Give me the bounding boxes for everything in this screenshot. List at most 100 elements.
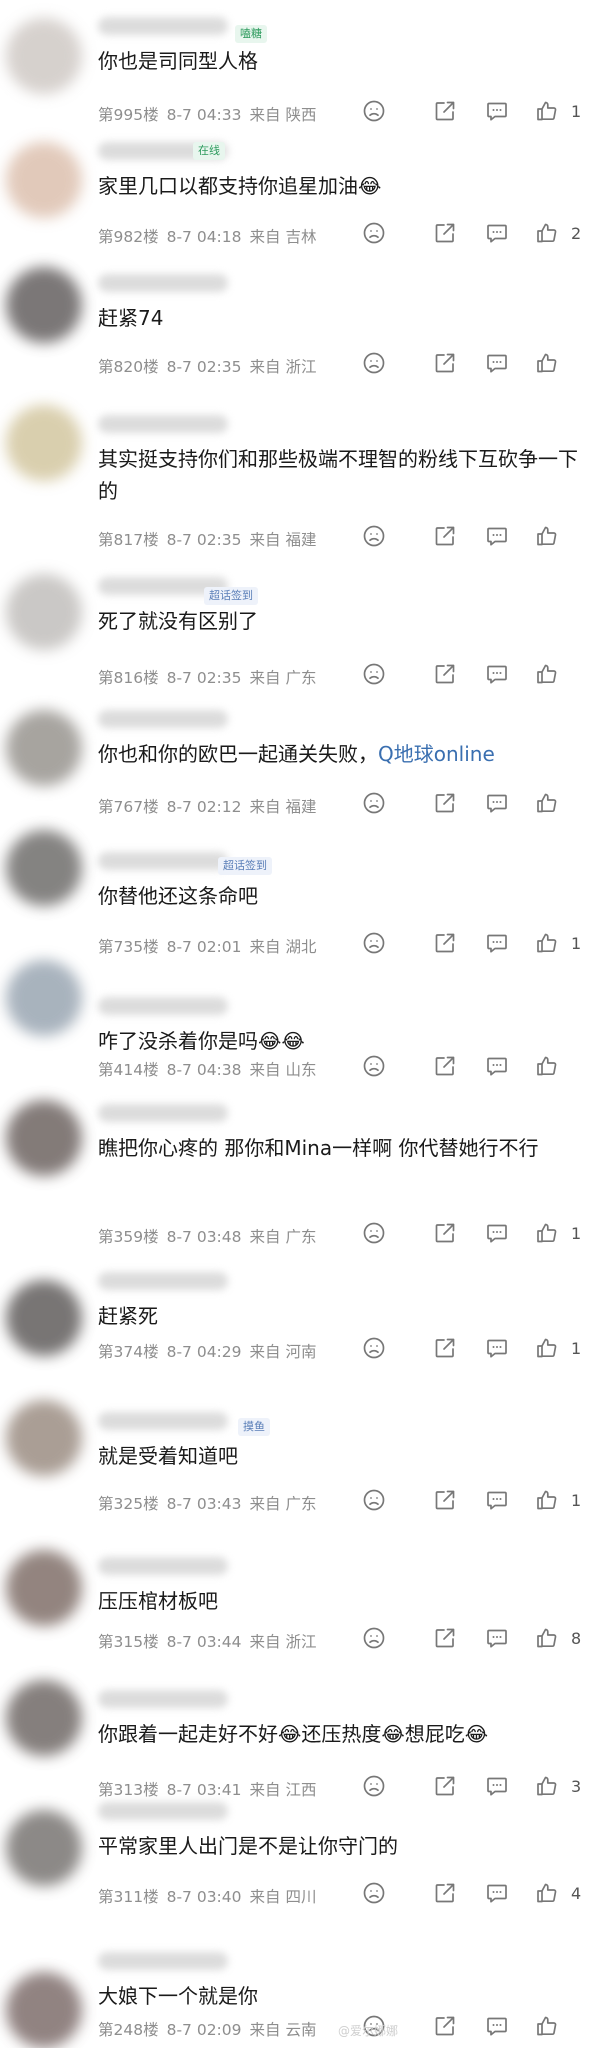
sad-face-icon[interactable] <box>362 1488 386 1512</box>
comment-icon[interactable] <box>485 662 509 686</box>
comment-meta: 第248楼 8-7 02:09 来自 云南 <box>98 2018 324 2040</box>
location: 来自 福建 <box>249 531 317 549</box>
sad-face-icon[interactable] <box>362 221 386 245</box>
thumbs-up-icon[interactable] <box>535 2014 559 2038</box>
thumbs-up-icon[interactable] <box>535 351 559 375</box>
comment-text: 瞧把你心疼的 那你和Mina一样啊 你代替她行不行 <box>98 1132 578 1164</box>
avatar[interactable] <box>6 1400 82 1476</box>
sad-face-icon[interactable] <box>362 524 386 548</box>
avatar[interactable] <box>6 1680 82 1756</box>
username-blurred[interactable] <box>98 852 228 870</box>
share-icon[interactable] <box>433 351 457 375</box>
like-count: 8 <box>571 1629 582 1648</box>
like-count: 4 <box>571 1884 582 1903</box>
username-blurred[interactable] <box>98 1104 228 1122</box>
username-blurred[interactable] <box>98 415 228 433</box>
avatar[interactable] <box>6 574 82 650</box>
sad-face-icon[interactable] <box>362 662 386 686</box>
share-icon[interactable] <box>433 1221 457 1245</box>
username-blurred[interactable] <box>98 710 228 728</box>
comment-icon[interactable] <box>485 2014 509 2038</box>
username-blurred[interactable] <box>98 1412 228 1430</box>
thumbs-up-icon[interactable] <box>535 1626 559 1650</box>
comment-icon[interactable] <box>485 1881 509 1905</box>
user-badge: 超话签到 <box>204 587 258 605</box>
comment-icon[interactable] <box>485 524 509 548</box>
avatar[interactable] <box>6 1972 82 2048</box>
comment-icon[interactable] <box>485 1626 509 1650</box>
location: 来自 浙江 <box>249 1633 317 1651</box>
avatar[interactable] <box>6 1100 82 1176</box>
username-blurred[interactable] <box>98 1690 228 1708</box>
thumbs-up-icon[interactable] <box>535 1221 559 1245</box>
username-blurred[interactable] <box>98 1557 228 1575</box>
avatar[interactable] <box>6 405 82 481</box>
comment-icon[interactable] <box>485 1774 509 1798</box>
comment-meta: 第982楼 8-7 04:18 来自 吉林 <box>98 225 324 247</box>
share-icon[interactable] <box>433 1774 457 1798</box>
thumbs-up-icon[interactable] <box>535 662 559 686</box>
username-blurred[interactable] <box>98 997 228 1015</box>
username-blurred[interactable] <box>98 1952 228 1970</box>
floor-number: 第315楼 <box>98 1633 159 1651</box>
comment-icon[interactable] <box>485 351 509 375</box>
sad-face-icon[interactable] <box>362 1774 386 1798</box>
comment-icon[interactable] <box>485 1488 509 1512</box>
location: 来自 江西 <box>249 1781 317 1799</box>
avatar[interactable] <box>6 142 82 218</box>
share-icon[interactable] <box>433 524 457 548</box>
username-blurred[interactable] <box>98 1802 228 1820</box>
comment-icon[interactable] <box>485 1221 509 1245</box>
comment-item: 在线 家里几口以都支持你追星加油😂 第982楼 8-7 04:18 来自 吉林 2 <box>0 130 603 255</box>
thumbs-up-icon[interactable] <box>535 791 559 815</box>
username-blurred[interactable] <box>98 17 228 35</box>
username-blurred[interactable] <box>98 274 228 292</box>
location: 来自 广东 <box>249 1495 317 1513</box>
like-count: 1 <box>571 1491 582 1510</box>
sad-face-icon[interactable] <box>362 351 386 375</box>
comment-meta: 第817楼 8-7 02:35 来自 福建 <box>98 528 324 550</box>
topic-link[interactable]: Q地球online <box>378 742 495 766</box>
avatar[interactable] <box>6 267 82 343</box>
sad-face-icon[interactable] <box>362 791 386 815</box>
timestamp: 8-7 02:35 <box>166 531 242 549</box>
share-icon[interactable] <box>433 1881 457 1905</box>
avatar[interactable] <box>6 18 82 94</box>
share-icon[interactable] <box>433 221 457 245</box>
thumbs-up-icon[interactable] <box>535 1488 559 1512</box>
comment-icon[interactable] <box>485 791 509 815</box>
sad-face-icon[interactable] <box>362 99 386 123</box>
thumbs-up-icon[interactable] <box>535 1774 559 1798</box>
share-icon[interactable] <box>433 99 457 123</box>
share-icon[interactable] <box>433 1626 457 1650</box>
share-icon[interactable] <box>433 2014 457 2038</box>
avatar[interactable] <box>6 1550 82 1626</box>
avatar[interactable] <box>6 1810 82 1886</box>
floor-number: 第311楼 <box>98 1888 159 1906</box>
comment-body: 其实挺支持你们和那些极端不理智的粉线下互砍争一下的 <box>98 447 578 503</box>
avatar[interactable] <box>6 710 82 786</box>
floor-number: 第995楼 <box>98 106 159 124</box>
share-icon[interactable] <box>433 791 457 815</box>
comment-item: 赶紧74 第820楼 8-7 02:35 来自 浙江 <box>0 255 603 395</box>
comment-icon[interactable] <box>485 221 509 245</box>
sad-face-icon[interactable] <box>362 1221 386 1245</box>
sad-face-icon[interactable] <box>362 1881 386 1905</box>
avatar[interactable] <box>6 830 82 906</box>
thumbs-up-icon[interactable] <box>535 524 559 548</box>
username-blurred[interactable] <box>98 1272 228 1290</box>
comment-text: 压压棺材板吧 <box>98 1585 578 1617</box>
sad-face-icon[interactable] <box>362 1626 386 1650</box>
share-icon[interactable] <box>433 1488 457 1512</box>
timestamp: 8-7 02:09 <box>166 2021 242 2039</box>
share-icon[interactable] <box>433 662 457 686</box>
thumbs-up-icon[interactable] <box>535 99 559 123</box>
thumbs-up-icon[interactable] <box>535 221 559 245</box>
thumbs-up-icon[interactable] <box>535 1881 559 1905</box>
comment-icon[interactable] <box>485 99 509 123</box>
comment-body: 大娘下一个就是你 <box>98 1984 258 2008</box>
timestamp: 8-7 02:35 <box>166 358 242 376</box>
like-count: 1 <box>571 1224 582 1243</box>
avatar[interactable] <box>6 960 82 1036</box>
comment-meta: 第325楼 8-7 03:43 来自 广东 <box>98 1492 324 1514</box>
